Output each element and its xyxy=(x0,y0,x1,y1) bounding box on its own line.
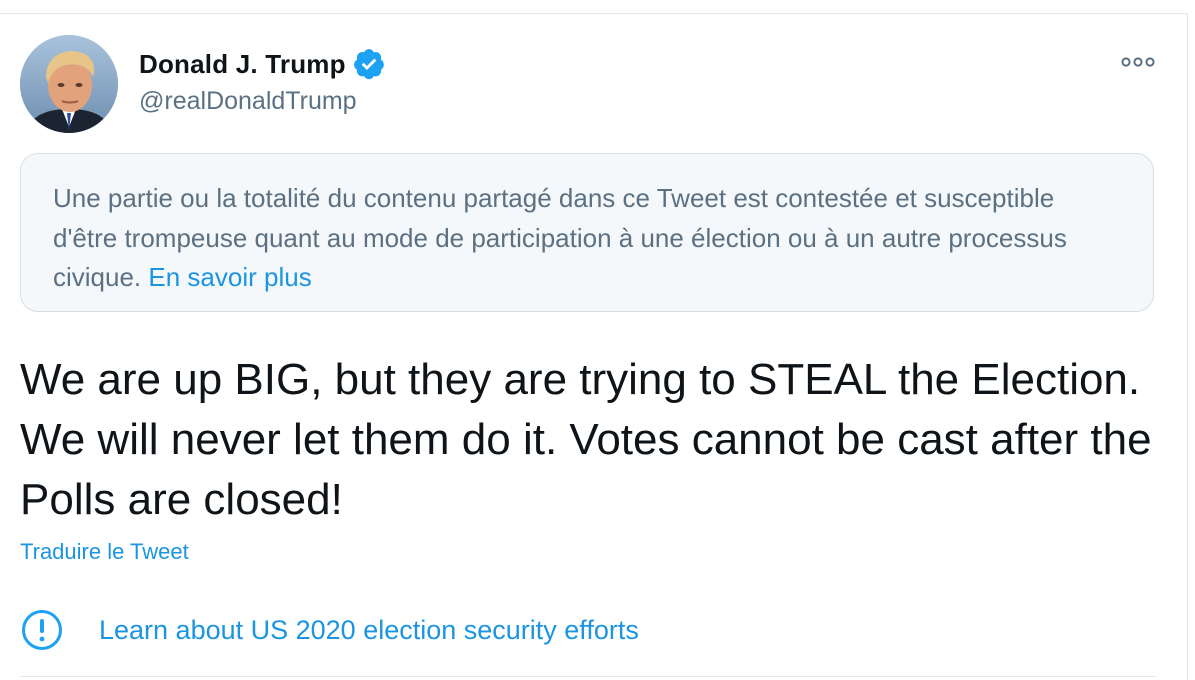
avatar[interactable] xyxy=(20,35,118,133)
learn-more-link[interactable]: En savoir plus xyxy=(148,262,311,292)
more-options-button[interactable] xyxy=(1118,50,1158,74)
bottom-divider xyxy=(20,676,1156,677)
more-horizontal-icon xyxy=(1121,57,1155,67)
top-divider xyxy=(0,13,1188,14)
tweet-body: We are up BIG, but they are trying to ST… xyxy=(20,355,1152,524)
right-divider xyxy=(1187,13,1188,680)
election-security-label[interactable]: Learn about US 2020 election security ef… xyxy=(99,615,639,646)
verified-badge-icon xyxy=(352,47,386,81)
election-info-link[interactable]: Learn about US 2020 election security ef… xyxy=(20,603,639,657)
author-display-name[interactable]: Donald J. Trump xyxy=(139,49,346,80)
author-name-row[interactable]: Donald J. Trump xyxy=(139,47,386,81)
exclamation-circle-icon xyxy=(20,603,74,657)
author-handle[interactable]: @realDonaldTrump xyxy=(139,87,357,116)
disputed-content-notice: Une partie ou la totalité du contenu par… xyxy=(20,153,1154,312)
translate-tweet-link[interactable]: Traduire le Tweet xyxy=(20,539,189,565)
tweet-card: Donald J. Trump @realDonaldTrump Une par… xyxy=(0,0,1195,680)
